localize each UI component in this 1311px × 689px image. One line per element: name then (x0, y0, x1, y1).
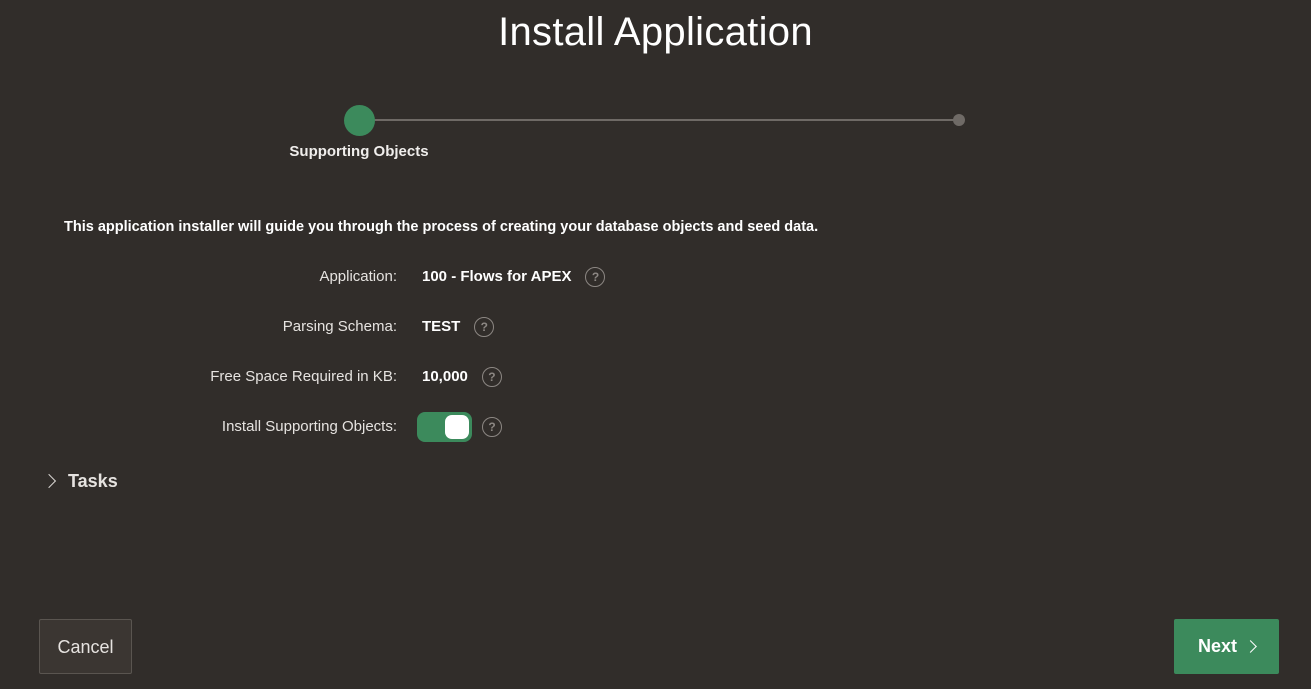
cancel-button[interactable]: Cancel (39, 619, 132, 674)
page-title: Install Application (498, 10, 813, 54)
application-label: Application: (319, 268, 397, 285)
install-supporting-objects-label: Install Supporting Objects: (221, 418, 397, 435)
intro-text: This application installer will guide yo… (64, 219, 819, 235)
help-icon[interactable]: ? (474, 317, 495, 337)
next-button-label: Next (1197, 636, 1237, 656)
parsing-schema-row: Parsing Schema: TEST ? (0, 312, 900, 342)
wizard-step-current-marker (344, 105, 375, 136)
application-row: Application: 100 - Flows for APEX ? (0, 262, 900, 292)
free-space-label: Free Space Required in KB: (210, 368, 397, 385)
parsing-schema-value: TEST (422, 318, 461, 335)
tasks-collapsible-toggle[interactable]: Tasks (41, 468, 118, 494)
install-supporting-objects-toggle[interactable] (417, 412, 472, 442)
next-button[interactable]: Next (1174, 619, 1279, 674)
application-value: 100 - Flows for APEX (422, 268, 572, 285)
install-supporting-objects-row: Install Supporting Objects: ? (0, 412, 900, 442)
wizard-step-final-marker (953, 114, 965, 126)
toggle-knob (445, 415, 469, 439)
wizard-progress-track (360, 119, 959, 121)
help-icon[interactable]: ? (482, 417, 502, 437)
install-application-page: Install Application Supporting Objects T… (0, 0, 1311, 689)
free-space-value: 10,000 (422, 368, 468, 385)
wizard-step-label: Supporting Objects (289, 143, 429, 160)
help-icon[interactable]: ? (585, 267, 606, 287)
tasks-label: Tasks (68, 471, 118, 491)
parsing-schema-label: Parsing Schema: (282, 318, 397, 335)
free-space-row: Free Space Required in KB: 10,000 ? (0, 362, 900, 392)
help-icon[interactable]: ? (481, 367, 502, 387)
chevron-right-icon (41, 473, 57, 489)
chevron-right-icon (1244, 640, 1257, 653)
